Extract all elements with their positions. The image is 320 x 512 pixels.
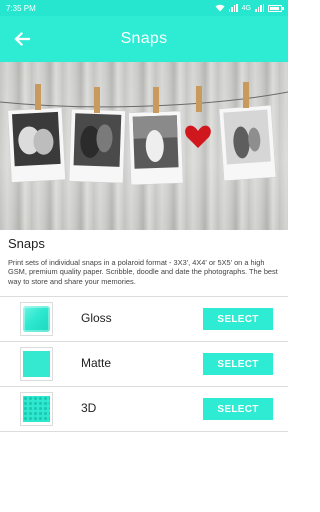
option-row-gloss: Gloss SELECT <box>0 297 288 341</box>
finish-thumbnail <box>20 347 53 381</box>
signal-icon-2 <box>255 4 264 12</box>
divider <box>0 431 288 432</box>
signal-icon <box>228 4 238 12</box>
select-3d-button[interactable]: SELECT <box>203 398 273 420</box>
finish-thumbnail <box>20 392 53 426</box>
section-title: Snaps <box>8 236 45 251</box>
select-matte-button[interactable]: SELECT <box>203 353 273 375</box>
status-bar: 7:35 PM 4G <box>0 0 288 16</box>
network-type: 4G <box>241 4 251 12</box>
page-title: Snaps <box>120 30 168 47</box>
wifi-icon <box>215 4 225 12</box>
textured-swatch <box>23 396 50 422</box>
polaroid-illustration <box>0 82 288 186</box>
gloss-swatch <box>23 306 50 332</box>
product-description: Print sets of individual snaps in a pola… <box>8 258 278 286</box>
option-label: Gloss <box>81 311 112 325</box>
option-label: Matte <box>81 356 112 370</box>
select-gloss-button[interactable]: SELECT <box>203 308 273 330</box>
app-bar: Snaps <box>0 16 288 62</box>
option-label: 3D <box>81 401 97 415</box>
status-icons: 4G <box>215 4 284 12</box>
arrow-left-icon <box>14 31 31 47</box>
option-row-3d: 3D SELECT <box>0 387 288 431</box>
option-row-matte: Matte SELECT <box>0 342 288 386</box>
status-time: 7:35 PM <box>6 3 36 13</box>
finish-thumbnail <box>20 302 53 336</box>
matte-swatch <box>23 351 50 377</box>
battery-icon <box>268 4 284 12</box>
hero-image <box>0 62 288 230</box>
back-button[interactable] <box>10 27 34 51</box>
